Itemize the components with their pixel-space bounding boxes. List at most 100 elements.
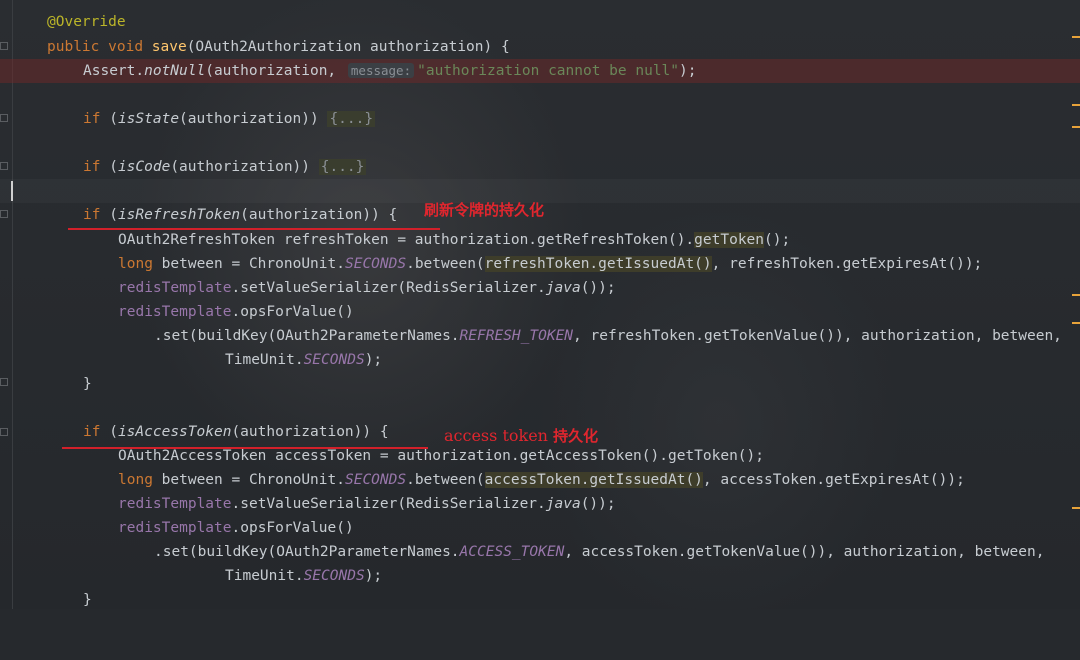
closing-brace: } bbox=[83, 592, 92, 608]
annotation-note-cjk: 持久化 bbox=[553, 427, 599, 445]
constant-token: SECONDS bbox=[303, 352, 365, 368]
code-text: between = ChronoUnit. bbox=[152, 256, 345, 272]
code-text: .between( bbox=[406, 256, 485, 272]
string-literal: "authorization cannot be null" bbox=[417, 63, 680, 79]
code-line[interactable]: if (isCode(authorization)) {...} bbox=[0, 155, 1080, 179]
code-text: (authorization)) bbox=[170, 159, 319, 175]
code-text: OAuth2AccessToken accessToken = authoriz… bbox=[118, 448, 765, 464]
code-line[interactable]: TimeUnit.SECONDS); bbox=[0, 348, 1080, 372]
code-line[interactable]: .set(buildKey(OAuth2ParameterNames.ACCES… bbox=[0, 540, 1080, 564]
constant-token: REFRESH_TOKEN bbox=[459, 328, 574, 344]
code-editor[interactable]: @Override public void save(OAuth2Authori… bbox=[0, 0, 1080, 609]
code-text: , accessToken.getTokenValue()), authoriz… bbox=[564, 544, 1045, 560]
highlighted-usage: getToken bbox=[694, 232, 765, 248]
field-token: redisTemplate bbox=[118, 496, 232, 512]
method-call: notNull bbox=[144, 63, 206, 79]
code-line[interactable]: OAuth2RefreshToken refreshToken = author… bbox=[0, 228, 1080, 252]
code-line[interactable]: } bbox=[0, 588, 1080, 612]
code-text: OAuth2RefreshToken refreshToken = author… bbox=[118, 232, 695, 248]
code-line[interactable]: redisTemplate.setValueSerializer(RedisSe… bbox=[0, 492, 1080, 516]
code-text: .opsForValue() bbox=[231, 304, 354, 320]
code-line[interactable]: redisTemplate.setValueSerializer(RedisSe… bbox=[0, 276, 1080, 300]
code-text: , accessToken.getExpiresAt()); bbox=[702, 472, 965, 488]
code-text: TimeUnit. bbox=[225, 352, 304, 368]
code-text: (authorization)) { bbox=[231, 424, 389, 440]
code-text: ( bbox=[100, 207, 118, 223]
closing-brace: } bbox=[83, 376, 92, 392]
code-line[interactable]: if (isState(authorization)) {...} bbox=[0, 107, 1080, 131]
code-line-error[interactable]: Assert.notNull(authorization, message: "a… bbox=[0, 59, 1080, 83]
field-token: redisTemplate bbox=[118, 520, 232, 536]
constant-token: SECONDS bbox=[344, 256, 407, 272]
annotation-token: @Override bbox=[47, 14, 126, 30]
code-line[interactable]: TimeUnit.SECONDS); bbox=[0, 564, 1080, 588]
code-text: (); bbox=[764, 232, 791, 248]
keyword-token: if bbox=[83, 424, 101, 440]
highlighted-usage: accessToken.getIssuedAt() bbox=[484, 472, 703, 488]
code-text: java bbox=[545, 496, 581, 512]
annotation-note-latin: access token bbox=[444, 426, 548, 445]
code-text: ()); bbox=[580, 496, 616, 512]
code-text: ); bbox=[364, 352, 383, 368]
annotation-note: access token 持久化 bbox=[444, 425, 598, 446]
keyword-token: if bbox=[83, 159, 101, 175]
code-text: .setValueSerializer(RedisSerializer. bbox=[231, 496, 546, 512]
code-text: ); bbox=[679, 63, 697, 79]
method-call: isAccessToken bbox=[117, 424, 232, 440]
folded-block[interactable]: {...} bbox=[327, 111, 376, 127]
warning-stripe-marker[interactable] bbox=[1072, 322, 1080, 324]
code-line[interactable]: } bbox=[0, 372, 1080, 396]
constant-token: SECONDS bbox=[344, 472, 407, 488]
code-text: .set(buildKey(OAuth2ParameterNames. bbox=[154, 328, 460, 344]
method-call: isCode bbox=[117, 159, 171, 175]
code-text: (OAuth2Authorization authorization) { bbox=[186, 39, 510, 55]
highlighted-usage: refreshToken.getIssuedAt() bbox=[484, 256, 712, 272]
code-text: ()); bbox=[580, 280, 616, 296]
code-text: (authorization, bbox=[205, 63, 345, 79]
annotation-underline bbox=[68, 228, 440, 230]
code-text: between = ChronoUnit. bbox=[152, 472, 345, 488]
code-text: .opsForValue() bbox=[231, 520, 354, 536]
keyword-token: if bbox=[83, 111, 101, 127]
warning-stripe-marker[interactable] bbox=[1072, 294, 1080, 296]
keyword-token: void bbox=[108, 39, 144, 55]
annotation-note: 刷新令牌的持久化 bbox=[424, 201, 545, 219]
code-text: ( bbox=[100, 424, 118, 440]
keyword-token: long bbox=[118, 256, 153, 272]
code-text: .setValueSerializer(RedisSerializer. bbox=[231, 280, 546, 296]
error-stripe-marker[interactable] bbox=[1072, 36, 1080, 38]
warning-stripe-marker[interactable] bbox=[1072, 507, 1080, 509]
code-text: , refreshToken.getTokenValue()), authori… bbox=[573, 328, 1062, 344]
code-text: .between( bbox=[406, 472, 485, 488]
constant-token: SECONDS bbox=[303, 568, 365, 584]
method-call: isState bbox=[117, 111, 180, 127]
constant-token: ACCESS_TOKEN bbox=[459, 544, 565, 560]
field-token: redisTemplate bbox=[118, 280, 232, 296]
method-name: save bbox=[151, 39, 187, 55]
code-line[interactable]: redisTemplate.opsForValue() bbox=[0, 300, 1080, 324]
warning-stripe-marker[interactable] bbox=[1072, 126, 1080, 128]
parameter-hint: message: bbox=[347, 63, 415, 78]
editor-scrollbar[interactable] bbox=[1070, 0, 1080, 609]
code-line[interactable]: long between = ChronoUnit.SECONDS.betwee… bbox=[0, 252, 1080, 276]
code-line[interactable]: long between = ChronoUnit.SECONDS.betwee… bbox=[0, 468, 1080, 492]
annotation-underline bbox=[62, 447, 428, 449]
code-text: ( bbox=[100, 159, 118, 175]
code-text: ); bbox=[364, 568, 383, 584]
code-text: Assert. bbox=[83, 63, 145, 79]
code-text: (authorization)) bbox=[179, 111, 328, 127]
code-line[interactable]: .set(buildKey(OAuth2ParameterNames.REFRE… bbox=[0, 324, 1080, 348]
folded-block[interactable]: {...} bbox=[318, 159, 367, 175]
keyword-token: if bbox=[83, 207, 101, 223]
keyword-token: public bbox=[47, 39, 100, 55]
code-text: .set(buildKey(OAuth2ParameterNames. bbox=[154, 544, 460, 560]
code-line[interactable]: redisTemplate.opsForValue() bbox=[0, 516, 1080, 540]
code-text: ( bbox=[100, 111, 118, 127]
code-text: java bbox=[545, 280, 581, 296]
keyword-token: long bbox=[118, 472, 153, 488]
code-line[interactable]: public void save(OAuth2Authorization aut… bbox=[0, 35, 1080, 59]
method-call: isRefreshToken bbox=[117, 207, 241, 223]
text-caret bbox=[11, 181, 13, 201]
code-line[interactable]: @Override bbox=[0, 10, 1080, 34]
warning-stripe-marker[interactable] bbox=[1072, 104, 1080, 106]
